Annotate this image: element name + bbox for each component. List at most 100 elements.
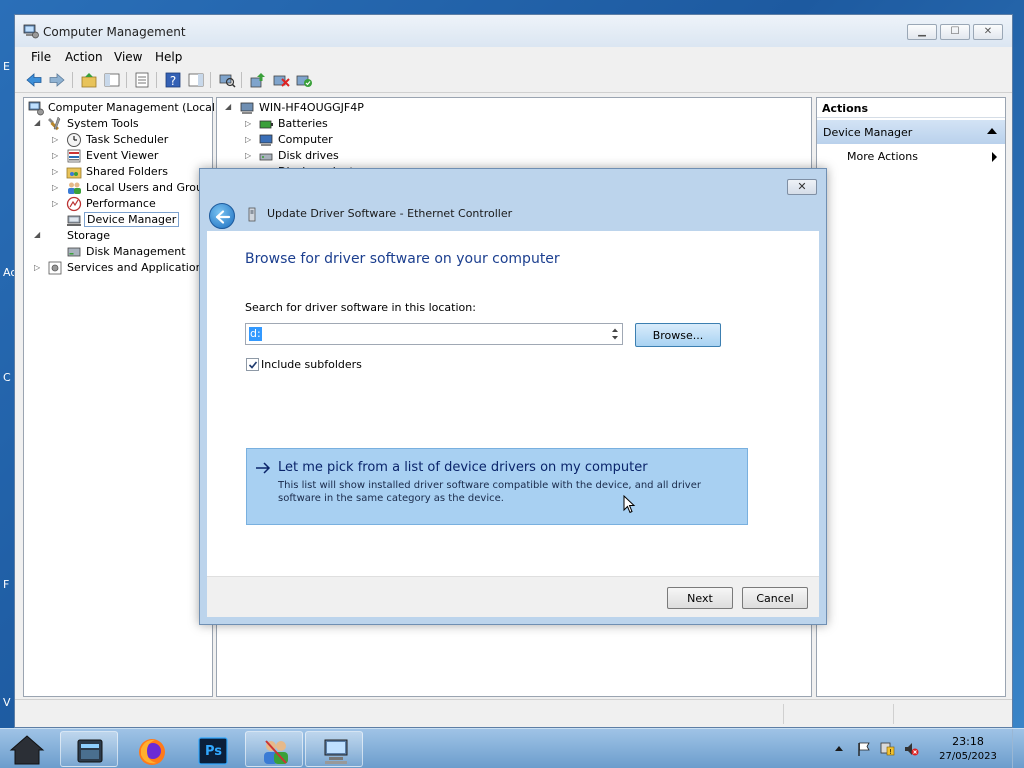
update-driver-icon[interactable] <box>249 71 267 89</box>
scan-hardware-icon[interactable] <box>218 71 236 89</box>
tree-item-label: Disk Management <box>86 245 186 258</box>
collapse-icon[interactable]: ◢ <box>34 230 40 239</box>
firefox-icon <box>139 739 165 765</box>
taskbar-photoshop[interactable]: Ps <box>182 731 240 767</box>
tree-item-label: Local Users and Groups <box>86 181 216 194</box>
title-bar[interactable]: Computer Management ▁ ☐ ✕ <box>15 15 1012 47</box>
driver-path-value[interactable]: d: <box>249 327 262 341</box>
expand-icon[interactable]: ▷ <box>52 199 58 208</box>
uninstall-device-icon[interactable] <box>272 71 290 89</box>
expand-icon[interactable]: ▷ <box>52 167 58 176</box>
collapse-triangle-icon[interactable] <box>987 128 997 134</box>
action-center-flag-icon[interactable] <box>856 741 872 757</box>
maximize-icon: ☐ <box>950 26 960 37</box>
dialog-title: Update Driver Software - Ethernet Contro… <box>267 207 513 220</box>
menu-help[interactable]: Help <box>155 50 182 64</box>
expand-icon[interactable]: ▷ <box>245 119 251 128</box>
more-actions-item[interactable]: More Actions <box>847 150 918 163</box>
desktop-label-3: C <box>3 371 11 384</box>
actions-section-label: Device Manager <box>823 126 913 139</box>
pick-option-title: Let me pick from a list of device driver… <box>278 460 648 475</box>
status-cell <box>783 704 893 724</box>
file-manager-icon <box>77 739 103 763</box>
network-warning-icon[interactable]: ! <box>879 741 895 757</box>
dialog-back-button[interactable] <box>209 203 235 229</box>
show-hide-tree-icon[interactable] <box>103 71 121 89</box>
close-icon: ✕ <box>797 180 807 193</box>
network-device-icon <box>248 207 256 222</box>
tree-item-label: Services and Applications <box>67 261 209 274</box>
driver-path-combobox[interactable]: d: <box>245 323 623 345</box>
performance-icon <box>66 196 82 212</box>
tree-item-label: Task Scheduler <box>86 133 169 146</box>
expand-icon[interactable]: ▷ <box>52 151 58 160</box>
taskbar-firefox[interactable] <box>121 731 179 767</box>
clock-date[interactable]: 27/05/2023 <box>936 751 1000 762</box>
help-icon[interactable]: ? <box>164 71 182 89</box>
cancel-button[interactable]: Cancel <box>742 587 808 609</box>
mouse-cursor-icon <box>623 495 636 514</box>
menu-view[interactable]: View <box>114 50 142 64</box>
tray-overflow-icon[interactable] <box>834 743 844 753</box>
desktop-label-1: E <box>3 60 10 73</box>
back-arrow-icon <box>215 210 231 224</box>
device-category-label: Computer <box>278 133 333 146</box>
disk-drive-icon <box>259 153 273 161</box>
expand-icon[interactable]: ▷ <box>34 263 40 272</box>
expand-icon[interactable]: ▷ <box>52 135 58 144</box>
taskbar-users-app[interactable] <box>245 731 303 767</box>
event-viewer-icon <box>67 149 81 163</box>
tree-item-label: Performance <box>86 197 156 210</box>
update-driver-dialog: ✕ Update Driver Software - Ethernet Cont… <box>199 168 827 625</box>
device-category-label: Disk drives <box>278 149 339 162</box>
menu-file[interactable]: File <box>31 50 51 64</box>
svg-text:!: ! <box>889 748 892 756</box>
browse-button[interactable]: Browse... <box>635 323 721 347</box>
computer-icon <box>259 134 273 146</box>
close-button[interactable]: ✕ <box>973 24 1003 40</box>
forward-arrow-icon[interactable] <box>48 71 66 89</box>
volume-muted-icon[interactable] <box>903 741 919 757</box>
device-category-label: Batteries <box>278 117 328 130</box>
include-subfolders-checkbox[interactable] <box>246 358 259 371</box>
expand-icon[interactable]: ▷ <box>52 183 58 192</box>
tree-item-label: System Tools <box>67 117 139 130</box>
pick-option-description: This list will show installed driver sof… <box>278 480 701 504</box>
computer-management-icon <box>28 101 44 116</box>
taskbar-home[interactable] <box>0 731 58 767</box>
expand-icon[interactable]: ▷ <box>245 135 251 144</box>
console-tree-pane[interactable]: Computer Management (Local) ◢ System Too… <box>23 97 219 697</box>
taskbar-computer-management[interactable] <box>305 731 363 767</box>
action-pane-icon[interactable] <box>187 71 205 89</box>
maximize-button[interactable]: ☐ <box>940 24 970 40</box>
desktop-label-4: F <box>3 578 10 591</box>
actions-section-device-manager[interactable]: Device Manager <box>817 120 1005 144</box>
next-button[interactable]: Next <box>667 587 733 609</box>
include-subfolders-label[interactable]: Include subfolders <box>261 358 362 371</box>
dialog-close-button[interactable]: ✕ <box>787 179 817 195</box>
tree-item-label: Shared Folders <box>86 165 168 178</box>
clock-time[interactable]: 23:18 <box>940 735 996 748</box>
collapse-icon[interactable]: ◢ <box>34 118 40 127</box>
up-folder-icon[interactable] <box>80 71 98 89</box>
home-icon <box>9 735 45 765</box>
users-app-icon <box>264 740 288 764</box>
back-arrow-icon[interactable] <box>25 71 43 89</box>
dropdown-arrows-icon[interactable] <box>611 326 619 342</box>
properties-icon[interactable] <box>133 71 151 89</box>
pick-from-list-option[interactable]: Let me pick from a list of device driver… <box>246 448 748 525</box>
enable-device-icon[interactable] <box>295 71 313 89</box>
device-manager-icon <box>67 215 81 226</box>
users-icon <box>68 182 81 194</box>
collapse-icon[interactable]: ◢ <box>225 102 231 111</box>
actions-pane: Actions Device Manager More Actions <box>816 97 1006 697</box>
minimize-icon: ▁ <box>918 26 926 37</box>
show-desktop-button[interactable] <box>1012 729 1024 768</box>
expand-icon[interactable]: ▷ <box>245 151 251 160</box>
submenu-arrow-icon <box>992 152 997 162</box>
dialog-footer: Next Cancel <box>207 576 819 617</box>
status-bar <box>15 699 1012 727</box>
menu-action[interactable]: Action <box>65 50 103 64</box>
minimize-button[interactable]: ▁ <box>907 24 937 40</box>
taskbar-file-manager[interactable] <box>60 731 118 767</box>
